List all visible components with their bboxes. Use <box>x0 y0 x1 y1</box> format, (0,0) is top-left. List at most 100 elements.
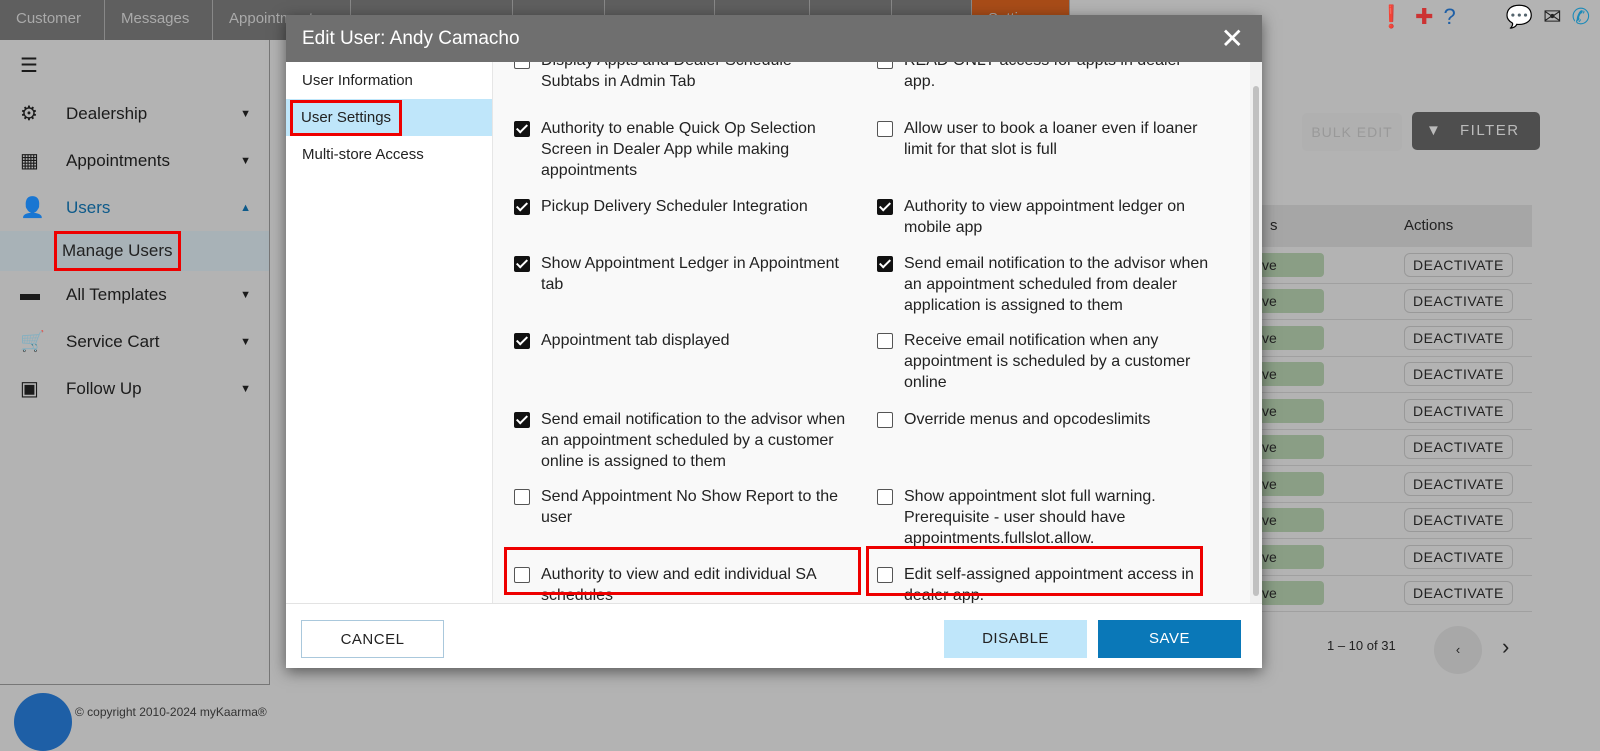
scrollbar[interactable] <box>1250 62 1262 603</box>
sidebar-item[interactable]: 🛒 Service Cart ▼ <box>0 318 269 365</box>
highlight-box <box>504 547 861 595</box>
sidebar-item-manage-users[interactable]: Manage Users <box>0 231 269 271</box>
filter-button[interactable]: ▼ FILTER <box>1412 112 1540 150</box>
dialog-nav: User Information User Settings Multi-sto… <box>286 62 493 603</box>
checkbox[interactable] <box>877 256 893 272</box>
status-badge: ve <box>1262 435 1324 460</box>
checkbox[interactable] <box>877 62 893 69</box>
deactivate-button[interactable]: DEACTIVATE <box>1404 289 1513 314</box>
nav-multi-store-access[interactable]: Multi-store Access <box>286 136 492 173</box>
checkbox[interactable] <box>514 489 530 505</box>
checkbox[interactable] <box>877 489 893 505</box>
deactivate-button[interactable]: DEACTIVATE <box>1404 508 1513 533</box>
top-tab[interactable]: Messages <box>105 0 213 40</box>
checkbox[interactable] <box>514 121 530 137</box>
dialog-title: Edit User: Andy Camacho <box>302 28 520 49</box>
sidebar-item[interactable]: ⚙ Dealership ▼ <box>0 90 269 137</box>
table-row: ve DEACTIVATE <box>1262 503 1532 539</box>
next-page-button[interactable]: › <box>1502 634 1509 660</box>
alert-icon[interactable]: ❗ <box>1378 4 1405 30</box>
prev-page-button[interactable]: ‹ <box>1434 626 1482 674</box>
checkbox[interactable] <box>877 412 893 428</box>
status-badge: ve <box>1262 581 1324 606</box>
sidebar-item[interactable]: ▦ Appointments ▼ <box>0 137 269 184</box>
app-logo <box>14 693 72 751</box>
pagination: 1 – 10 of 31 ‹ › <box>1262 618 1532 680</box>
phone-icon[interactable]: ✆ <box>1572 4 1590 30</box>
setting-label: Show Appointment Ledger in Appointment t… <box>541 255 839 293</box>
sms-icon[interactable]: 💬 <box>1506 4 1533 30</box>
table-row: ve DEACTIVATE <box>1262 247 1532 284</box>
deactivate-button[interactable]: DEACTIVATE <box>1404 544 1513 569</box>
calendar-icon: ▦ <box>20 150 39 172</box>
setting-option[interactable]: Send email notification to the advisor w… <box>514 409 849 472</box>
sidebar-item-label: Appointments <box>66 150 170 170</box>
checkbox[interactable] <box>514 199 530 215</box>
setting-option[interactable]: Pickup Delivery Scheduler Integration <box>514 196 849 217</box>
setting-option[interactable]: Authority to view appointment ledger on … <box>877 196 1212 238</box>
nav-user-settings-label: User Settings <box>289 100 403 136</box>
deactivate-button[interactable]: DEACTIVATE <box>1404 435 1513 460</box>
setting-option[interactable]: Send Appointment No Show Report to the u… <box>514 486 849 528</box>
table-row: ve DEACTIVATE <box>1262 466 1532 503</box>
page-range: 1 – 10 of 31 <box>1327 638 1396 653</box>
top-tab[interactable]: Customer <box>0 0 105 40</box>
menu-toggle[interactable]: ☰ <box>0 40 269 90</box>
hamburger-icon[interactable]: ☰ <box>20 53 46 78</box>
help-icon[interactable]: ? <box>1443 4 1455 30</box>
setting-label: Send email notification to the advisor w… <box>904 255 1209 314</box>
cart-icon: 🛒 <box>20 331 45 353</box>
setting-option[interactable]: Send email notification to the advisor w… <box>877 253 1212 316</box>
status-badge: ve <box>1262 508 1324 533</box>
deactivate-button[interactable]: DEACTIVATE <box>1404 252 1513 277</box>
save-button[interactable]: SAVE <box>1098 620 1241 658</box>
setting-label: Authority to enable Quick Op Selection S… <box>541 120 816 179</box>
nav-user-settings[interactable]: User Settings <box>286 99 492 136</box>
setting-option[interactable]: Appointment tab displayed <box>514 330 849 351</box>
checkbox[interactable] <box>877 199 893 215</box>
setting-option[interactable]: Allow user to book a loaner even if loan… <box>877 118 1212 160</box>
checkbox[interactable] <box>514 412 530 428</box>
checkbox[interactable] <box>877 333 893 349</box>
setting-option[interactable]: Display Appts and Dealer Schedule Subtab… <box>514 62 849 92</box>
setting-option[interactable]: Show Appointment Ledger in Appointment t… <box>514 253 849 295</box>
deactivate-button[interactable]: DEACTIVATE <box>1404 325 1513 350</box>
checkbox[interactable] <box>514 333 530 349</box>
setting-option[interactable]: Override menus and opcodeslimits <box>877 409 1212 430</box>
setting-option[interactable]: Authority to enable Quick Op Selection S… <box>514 118 849 181</box>
sidebar-item[interactable]: 👤 Users ▲ <box>0 184 269 231</box>
sidebar-item[interactable]: ▬ All Templates ▼ <box>0 271 269 318</box>
status-badge: ve <box>1262 398 1324 423</box>
sidebar-item[interactable]: ▣ Follow Up ▼ <box>0 365 269 412</box>
column-header-actions: Actions <box>1404 217 1454 234</box>
setting-option[interactable]: READ ONLY access for appts in dealer app… <box>877 62 1212 92</box>
nav-user-information[interactable]: User Information <box>286 62 492 99</box>
checkbox[interactable] <box>877 121 893 137</box>
deactivate-button[interactable]: DEACTIVATE <box>1404 471 1513 496</box>
deactivate-button[interactable]: DEACTIVATE <box>1404 362 1513 387</box>
table-row: ve DEACTIVATE <box>1262 357 1532 393</box>
filter-icon: ▼ <box>1426 122 1443 139</box>
deactivate-button[interactable]: DEACTIVATE <box>1404 581 1513 606</box>
checkbox[interactable] <box>514 62 530 69</box>
gear-icon: ⚙ <box>20 103 38 125</box>
deactivate-button[interactable]: DEACTIVATE <box>1404 398 1513 423</box>
sidebar-item-label: Dealership <box>66 103 148 123</box>
close-icon[interactable]: ✕ <box>1221 15 1244 62</box>
disable-button[interactable]: DISABLE <box>944 620 1087 658</box>
bulk-edit-button[interactable]: BULK EDIT <box>1302 113 1402 151</box>
setting-option[interactable]: Show appointment slot full warning. Prer… <box>877 486 1212 549</box>
copyright: © copyright 2010-2024 myKaarma® <box>75 705 267 719</box>
setting-label: Pickup Delivery Scheduler Integration <box>541 198 808 215</box>
status-badge: ve <box>1262 471 1324 496</box>
cancel-button[interactable]: CANCEL <box>301 620 444 658</box>
setting-label: Send Appointment No Show Report to the u… <box>541 488 839 526</box>
checkbox[interactable] <box>514 256 530 272</box>
add-icon[interactable]: ✚ <box>1415 4 1433 30</box>
mail-icon[interactable]: ✉ <box>1543 4 1561 30</box>
status-badge: ve <box>1262 325 1324 350</box>
setting-label: Allow user to book a loaner even if loan… <box>904 120 1198 158</box>
settings-list: Display Appts and Dealer Schedule Subtab… <box>493 62 1250 603</box>
status-badge: ve <box>1262 289 1324 314</box>
setting-option[interactable]: Receive email notification when any appo… <box>877 330 1212 393</box>
